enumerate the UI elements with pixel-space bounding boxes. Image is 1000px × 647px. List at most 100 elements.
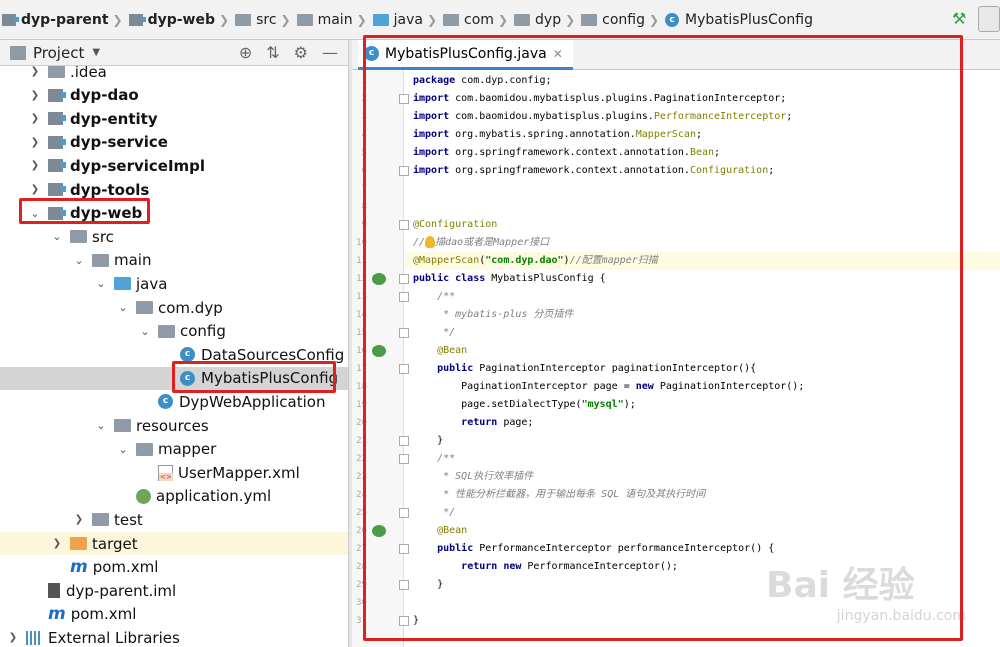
line-number: 12 [356,274,367,284]
line-number: 3 [361,112,367,122]
maven-icon: m [70,557,88,578]
breadcrumb-config[interactable]: config ❯ [581,12,665,28]
tree-item-label: dyp-entity [70,109,158,128]
tree-item[interactable]: ❯ .idea [0,66,348,83]
chevron-right-icon[interactable]: ❯ [6,632,20,643]
chevron-right-icon: ❯ [497,12,509,27]
tree-item[interactable]: ›application.yml [0,485,348,508]
tree-item[interactable]: ⌄ resources [0,414,348,437]
close-tab-icon[interactable]: ✕ [553,47,563,61]
tree-item[interactable]: ⌄ java [0,272,348,295]
tree-item[interactable]: ›mpom.xml [0,556,348,579]
code-line: import org.mybatis.spring.annotation.Map… [413,129,703,140]
tree-item[interactable]: ❯ dyp-entity [0,107,348,130]
class-icon: c [665,12,680,27]
tree-item-label: test [114,510,143,529]
tree-item[interactable]: ⌄ com.dyp [0,296,348,319]
build-hammer-icon[interactable]: ⚒ [952,10,970,28]
tree-item[interactable]: ›cDypWebApplication [0,390,348,413]
line-number: 27 [356,544,367,554]
line-number: 24 [356,490,367,500]
editor-gutter: 1 2 3 4 5 6 7 8 9 10 11 12 13 14 15 16 17 18 19 20 21 22 23 24 2… [352,70,409,647]
code-line: public PaginationInterceptor paginationI… [437,363,757,374]
breadcrumb-mybatisplusconfig[interactable]: c MybatisPlusConfig [665,12,813,28]
chevron-right-icon[interactable]: ❯ [28,184,42,195]
project-view-selector[interactable]: Project ▼ [10,44,100,62]
line-number: 30 [356,598,367,608]
chevron-right-icon[interactable]: ❯ [50,538,64,549]
gear-icon[interactable]: ⚙ [294,43,308,62]
tree-item[interactable]: ❯ test [0,508,348,531]
chevron-right-icon: ❯ [648,12,660,27]
breadcrumb-dyp[interactable]: dyp ❯ [514,12,581,28]
breadcrumb-dyp-parent[interactable]: dyp-parent ❯ [2,12,129,28]
folder-icon [235,13,252,26]
chevron-right-icon[interactable]: ❯ [28,90,42,101]
tree-item[interactable]: ⌄ dyp-web [0,202,348,225]
hide-panel-icon[interactable]: — [322,43,338,62]
locate-target-icon[interactable]: ⊕ [239,43,252,62]
code-line: @Bean [437,525,468,536]
line-number: 5 [361,148,367,158]
tree-item[interactable]: ❯ dyp-dao [0,84,348,107]
tree-item[interactable]: ❯ dyp-tools [0,178,348,201]
chevron-down-icon[interactable]: ⌄ [116,301,130,314]
breadcrumb-label: dyp-parent [21,11,109,28]
chevron-right-icon[interactable]: ❯ [28,160,42,171]
chevron-down-icon[interactable]: ⌄ [94,419,108,432]
tree-item[interactable]: ⌄ config [0,320,348,343]
tree-item[interactable]: ›mpom.xml [0,603,348,626]
chevron-right-icon[interactable]: ❯ [28,113,42,124]
tree-item[interactable]: ❯ target [0,532,348,555]
line-number: 8 [361,202,367,212]
tree-item-label: target [92,534,138,553]
tree-item[interactable]: ❯ External Libraries [0,626,348,647]
tab-mybatisplusconfig[interactable]: c MybatisPlusConfig.java ✕ [358,40,573,70]
run-config-button[interactable] [978,6,1000,32]
tree-item[interactable]: ›UserMapper.xml [0,461,348,484]
breadcrumb-label: config [602,11,645,28]
tree-item[interactable]: ❯ dyp-service [0,131,348,154]
folder-icon [158,324,175,338]
breadcrumb-com[interactable]: com ❯ [443,12,514,28]
chevron-right-icon[interactable]: ❯ [72,514,86,525]
chevron-down-icon[interactable]: ⌄ [50,230,64,243]
tree-item[interactable]: ⌄ main [0,249,348,272]
line-number: 9 [361,220,367,230]
code-line: */ [443,327,456,338]
chevron-right-icon[interactable]: ❯ [28,66,42,77]
code-line: //描dao或者是Mapper接口 [413,236,550,248]
toolbar-right: ⚒ [952,6,1000,32]
tree-item[interactable]: ⌄ src [0,225,348,248]
breadcrumb-dyp-web[interactable]: dyp-web ❯ [128,12,236,28]
spring-bean-icon[interactable] [372,345,386,357]
line-number: 21 [356,436,367,446]
chevron-right-icon[interactable]: ❯ [28,137,42,148]
tree-item-label: pom.xml [70,605,137,624]
line-number: 16 [356,346,367,356]
folder-icon [92,253,109,267]
chevron-down-icon[interactable]: ⌄ [72,254,86,267]
chevron-down-icon[interactable]: ⌄ [28,207,42,220]
tree-item[interactable]: ›cMybatisPlusConfig [0,366,348,390]
tree-item[interactable]: ›cDataSourcesConfig [0,343,348,366]
baidu-jingyan-watermark: Bai 经验 jingyan.baidu.com [766,556,966,626]
tree-item[interactable]: ›dyp-parent.iml [0,579,348,602]
breadcrumb-src[interactable]: src ❯ [235,12,297,28]
collapse-all-icon[interactable]: ⇅ [266,43,279,62]
spring-bean-icon[interactable] [372,273,386,285]
tree-item[interactable]: ⌄ mapper [0,438,348,461]
breadcrumb-java[interactable]: java ❯ [372,12,443,28]
chevron-right-icon: ❯ [112,12,123,27]
module-icon [48,206,66,220]
chevron-down-icon[interactable]: ⌄ [94,277,108,290]
chevron-down-icon[interactable]: ⌄ [138,325,152,338]
spring-bean-icon[interactable] [372,525,386,537]
chevron-right-icon: ❯ [426,12,438,27]
breadcrumb-main[interactable]: main ❯ [296,12,373,28]
module-icon [128,13,146,26]
chevron-down-icon[interactable]: ⌄ [116,443,130,456]
folder-icon [48,66,65,78]
tree-item[interactable]: ❯ dyp-serviceImpl [0,154,348,177]
